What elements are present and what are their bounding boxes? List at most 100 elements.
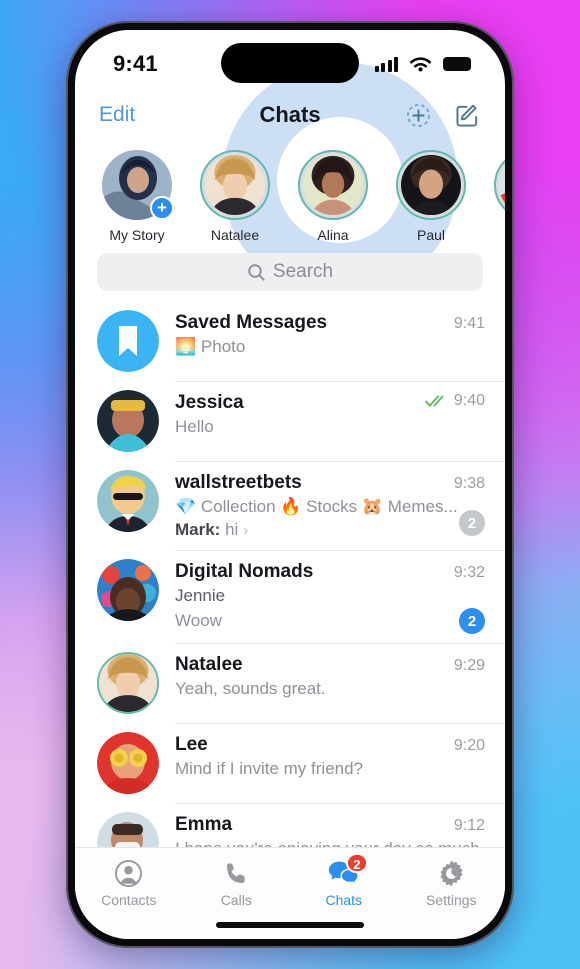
stories-row[interactable]: + My Story Natalee Alina Paul <box>75 138 505 247</box>
read-receipt-double-check-icon <box>424 395 444 407</box>
chat-row-natalee[interactable]: Natalee 9:29 Yeah, sounds great. <box>75 643 505 723</box>
chat-time: 9:40 <box>453 392 485 409</box>
chat-row-body: Digital Nomads 9:32 Jennie Woow 2 <box>159 559 485 635</box>
chat-title: Jessica <box>175 392 244 413</box>
chat-row-top: Jessica 9:40 <box>175 392 485 414</box>
tab-calls[interactable]: Calls <box>183 858 291 908</box>
tab-chats[interactable]: 2 Chats <box>290 853 398 908</box>
photo-thumb-emoji: 🌅 <box>175 337 197 356</box>
chat-preview: 🌅 Photo <box>175 336 485 358</box>
search-placeholder: Search <box>272 261 334 282</box>
story-name: Emma <box>491 227 505 243</box>
story-item-emma[interactable]: Emma <box>491 150 505 243</box>
chat-row-body: wallstreetbets 9:38 💎 Collection 🔥 Stock… <box>159 470 485 541</box>
chat-row-wallstreetbets[interactable]: wallstreetbets 9:38 💎 Collection 🔥 Stock… <box>75 461 505 550</box>
chat-row-body: Jessica 9:40 Hello <box>159 390 485 452</box>
story-item-my-story[interactable]: + My Story <box>99 150 175 243</box>
avatar <box>97 558 159 621</box>
chat-row-lee[interactable]: Lee 9:20 Mind if I invite my friend? <box>75 723 505 803</box>
chat-preview-sender: Mark: <box>175 519 221 539</box>
home-indicator-bar <box>216 922 364 928</box>
battery-icon <box>443 57 471 71</box>
chat-title: Digital Nomads <box>175 560 314 582</box>
status-bar-indicators <box>374 51 471 78</box>
story-avatar-image <box>401 155 461 215</box>
navigation-bar: Edit Chats <box>75 92 505 138</box>
tab-label: Calls <box>220 892 252 908</box>
tab-label: Contacts <box>101 892 157 908</box>
avatar[interactable]: + <box>102 150 174 220</box>
compose-icon[interactable] <box>454 102 481 129</box>
unread-badge: 2 <box>459 510 485 537</box>
avatar <box>97 652 159 715</box>
chat-row-jessica[interactable]: Jessica 9:40 Hello <box>75 381 505 461</box>
chat-row-digital-nomads[interactable]: Digital Nomads 9:32 Jennie Woow 2 <box>75 549 505 644</box>
chat-meta: 9:38 <box>446 475 485 493</box>
chat-time: 9:32 <box>453 563 485 581</box>
add-story-icon[interactable] <box>405 102 432 129</box>
chat-row-body: Natalee 9:29 Yeah, sounds great. <box>159 652 485 714</box>
phone-device-frame: 9:41 Edit Chats + My Story Natalee Alina… <box>66 21 514 948</box>
tab-settings[interactable]: Settings <box>398 858 506 908</box>
avatar <box>97 310 159 372</box>
chat-row-top: Saved Messages 9:41 <box>175 312 485 334</box>
chat-preview-text: hi <box>225 519 239 539</box>
chat-row-body: Lee 9:20 Mind if I invite my friend? <box>159 732 485 794</box>
chat-preview: Hello <box>175 417 214 436</box>
story-name: My Story <box>109 227 165 243</box>
chat-meta: 9:40 <box>417 392 485 410</box>
tab-label: Settings <box>425 892 477 908</box>
chat-meta: 9:20 <box>446 737 485 755</box>
gear-icon <box>398 858 506 888</box>
avatar[interactable] <box>396 150 466 220</box>
story-avatar-image <box>205 155 265 215</box>
search-icon <box>248 263 265 281</box>
avatar <box>97 390 159 452</box>
dynamic-island-notch <box>221 43 359 83</box>
chat-row-top: Natalee 9:29 <box>175 654 485 676</box>
chat-badge-row: 2 <box>248 510 485 537</box>
add-story-plus-badge[interactable]: + <box>150 196 174 220</box>
chat-preview-sender-line: Mark: hi › <box>175 519 248 541</box>
tab-contacts[interactable]: Contacts <box>75 858 183 908</box>
chat-preview-text: Photo <box>200 337 246 356</box>
story-name: Alina <box>317 227 349 243</box>
chat-row-saved-messages[interactable]: Saved Messages 9:41 🌅 Photo <box>75 301 505 381</box>
story-item-alina[interactable]: Alina <box>295 150 371 243</box>
tab-label: Chats <box>325 892 363 908</box>
chat-meta: 9:32 <box>446 564 485 582</box>
chat-title: wallstreetbets <box>175 472 302 493</box>
chat-time: 9:20 <box>453 737 485 755</box>
avatar[interactable] <box>200 150 270 220</box>
chat-preview-sender-line: Jennie <box>175 585 226 605</box>
search-section: Search <box>75 247 505 301</box>
chat-meta: 9:41 <box>446 315 485 333</box>
unread-badge: 2 <box>459 608 485 635</box>
story-name: Paul <box>416 227 446 243</box>
chat-row-top: wallstreetbets 9:38 <box>175 472 485 494</box>
chat-list[interactable]: Saved Messages 9:41 🌅 Photo Jessica 9:40… <box>75 301 505 891</box>
chat-meta: 9:12 <box>446 817 485 835</box>
chat-time: 9:38 <box>453 475 485 492</box>
chat-row-body: Saved Messages 9:41 🌅 Photo <box>159 310 485 372</box>
chat-time: 9:12 <box>453 817 485 835</box>
story-item-natalee[interactable]: Natalee <box>197 150 273 243</box>
story-avatar-image <box>303 155 363 215</box>
search-input[interactable]: Search <box>97 253 483 291</box>
chat-preview: Yeah, sounds great. <box>175 679 326 699</box>
avatar[interactable] <box>494 150 505 220</box>
avatar <box>97 470 159 532</box>
story-name: Natalee <box>210 227 260 243</box>
chat-row-top: Lee 9:20 <box>175 734 485 756</box>
story-item-paul[interactable]: Paul <box>393 150 469 243</box>
phone-handset-icon <box>183 858 291 888</box>
nav-actions <box>405 102 481 129</box>
avatar[interactable] <box>298 150 368 220</box>
chat-time: 9:29 <box>453 657 485 675</box>
bottom-tab-bar[interactable]: Contacts Calls 2 Chats Settings <box>75 847 505 939</box>
status-bar-time: 9:41 <box>113 51 158 76</box>
saved-messages-bookmark-icon <box>97 310 159 372</box>
chat-preview: Mind if I invite my friend? <box>175 759 364 779</box>
chat-preview: Woow <box>175 611 222 631</box>
chat-title: Emma <box>175 814 233 836</box>
